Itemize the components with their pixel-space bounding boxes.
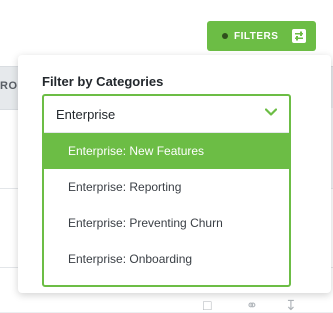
selected-value: Enterprise (56, 106, 116, 122)
category-dropdown[interactable]: Enterprise Enterprise: New Features Ente… (42, 94, 291, 287)
dropdown-option-new-features[interactable]: Enterprise: New Features (44, 133, 289, 169)
chevron-down-icon[interactable] (265, 108, 277, 117)
document-icon[interactable]: □ (203, 298, 211, 312)
dropdown-option-reporting[interactable]: Enterprise: Reporting (44, 169, 289, 205)
download-icon[interactable]: ↧ (285, 298, 297, 312)
link-icon[interactable]: ⚭ (246, 298, 258, 312)
active-filter-dot (222, 33, 228, 39)
category-select[interactable]: Enterprise (44, 96, 289, 133)
filters-button-label: FILTERS (234, 30, 279, 42)
sliders-icon (292, 29, 307, 43)
filters-button[interactable]: FILTERS (207, 21, 316, 51)
column-header: RO (0, 80, 18, 92)
dropdown-option-preventing-churn[interactable]: Enterprise: Preventing Churn (44, 205, 289, 241)
filter-panel: Filter by Categories Enterprise Enterpri… (18, 55, 331, 293)
dropdown-option-onboarding[interactable]: Enterprise: Onboarding (44, 241, 289, 277)
panel-title: Filter by Categories (42, 74, 164, 89)
